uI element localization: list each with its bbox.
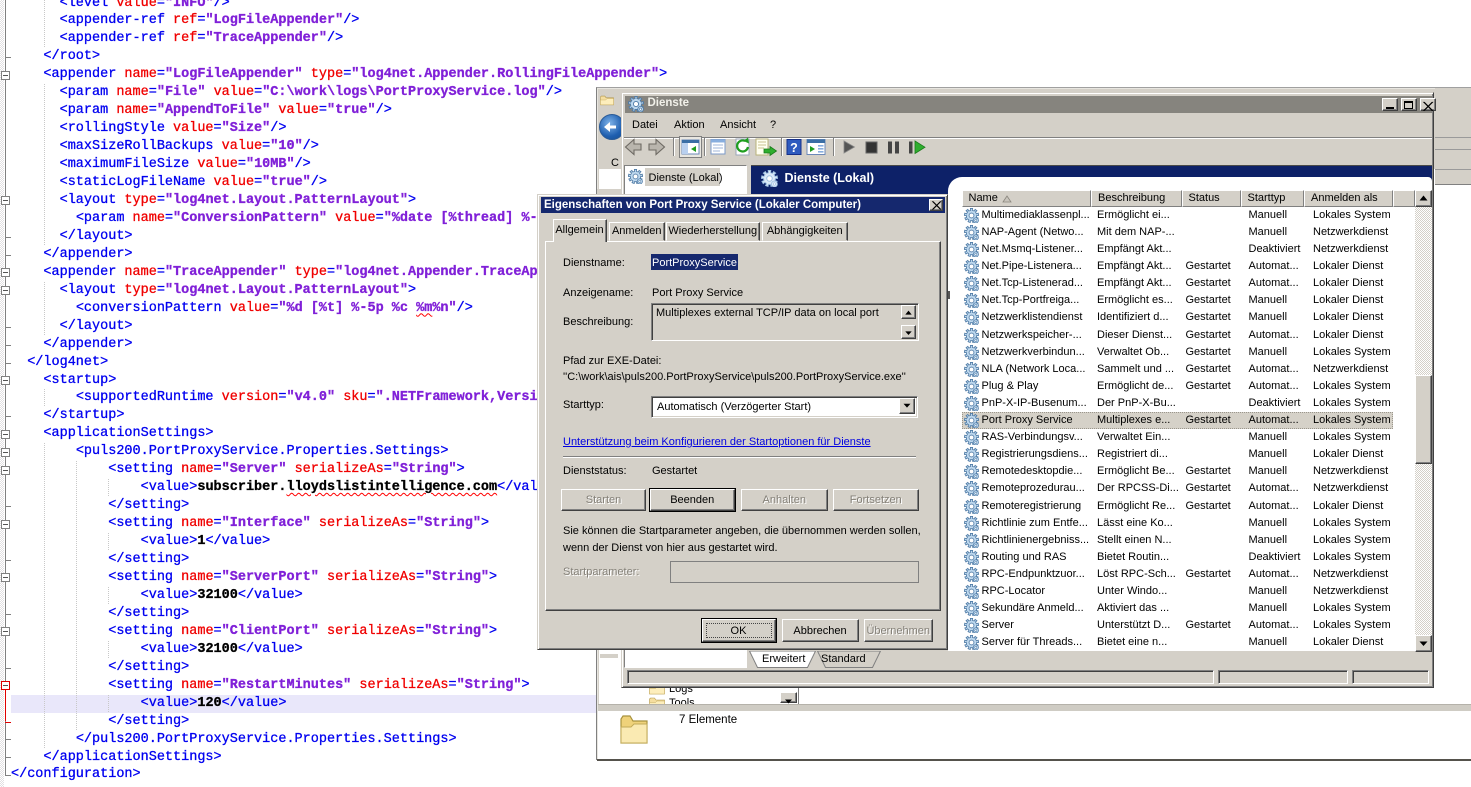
- svg-text:?: ?: [790, 141, 798, 155]
